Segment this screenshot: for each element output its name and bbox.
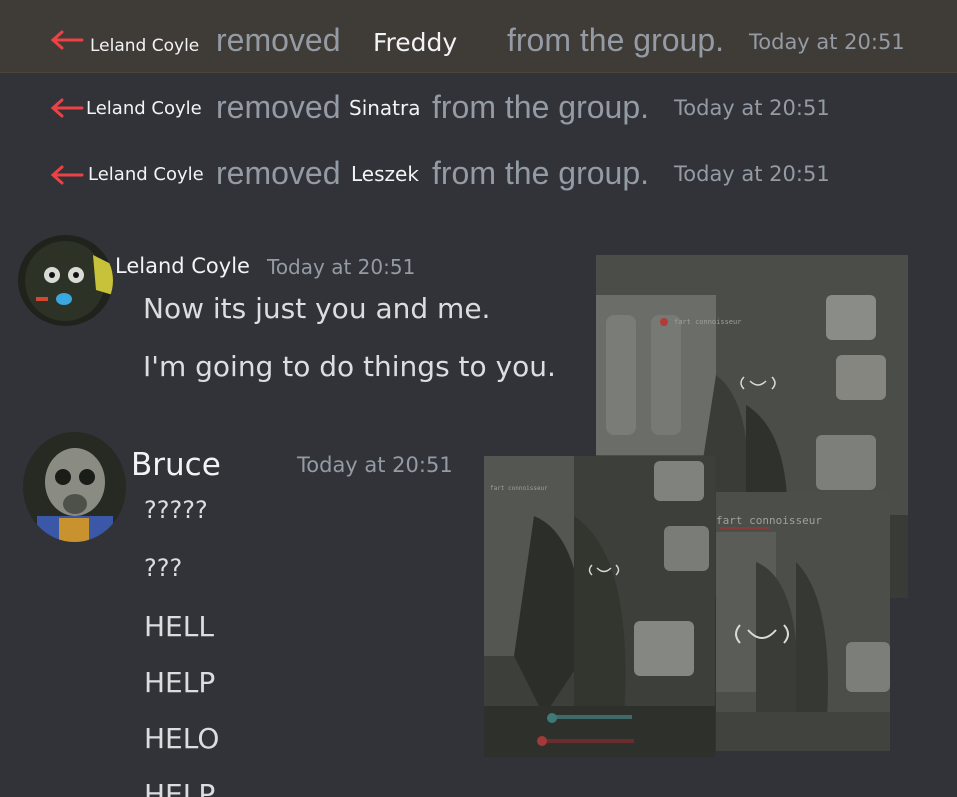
system-message: Leland Coyle removed Sinatra from the gr… xyxy=(0,72,957,142)
screenshot-caption: fart connoisseur xyxy=(490,485,548,492)
message-line: I'm going to do things to you. xyxy=(143,350,556,383)
message-author[interactable]: Bruce xyxy=(131,447,221,483)
message-line: Now its just you and me. xyxy=(143,292,491,325)
message-timestamp: Today at 20:51 xyxy=(297,453,453,477)
chat-view: Leland Coyle removed Freddy from the gro… xyxy=(0,0,957,797)
system-message: Leland Coyle removed Freddy from the gro… xyxy=(0,0,957,73)
system-verb: removed xyxy=(216,155,341,191)
attachment-image[interactable]: fart connoisseur xyxy=(484,456,715,757)
left-arrow-icon xyxy=(50,165,84,185)
system-rest: from the group. xyxy=(432,89,649,125)
system-verb: removed xyxy=(216,22,341,58)
message-line: HELP xyxy=(144,778,216,797)
system-timestamp: Today at 20:51 xyxy=(749,30,905,54)
system-verb: removed xyxy=(216,89,341,125)
avatar[interactable] xyxy=(18,235,113,326)
message-line: ??? xyxy=(144,554,183,582)
system-timestamp: Today at 20:51 xyxy=(674,162,830,186)
system-actor[interactable]: Leland Coyle xyxy=(90,36,199,56)
system-target[interactable]: Freddy xyxy=(373,28,457,57)
system-actor[interactable]: Leland Coyle xyxy=(86,98,202,119)
message-line: ????? xyxy=(144,496,208,524)
screenshot-caption: fart connoisseur xyxy=(674,318,742,326)
system-actor[interactable]: Leland Coyle xyxy=(88,164,204,185)
message-line: HELP xyxy=(144,666,216,699)
game-screenshot xyxy=(484,456,715,757)
system-message: Leland Coyle removed Leszek from the gro… xyxy=(0,142,957,208)
system-rest: from the group. xyxy=(432,155,649,191)
system-target[interactable]: Sinatra xyxy=(349,96,421,120)
avatar-image xyxy=(23,432,126,542)
system-target[interactable]: Leszek xyxy=(351,162,419,186)
signal-icon xyxy=(735,624,789,644)
system-timestamp: Today at 20:51 xyxy=(674,96,830,120)
screenshot-caption: fart connoisseur xyxy=(716,514,822,527)
system-rest: from the group. xyxy=(507,22,724,58)
signal-icon xyxy=(588,564,620,576)
left-arrow-icon xyxy=(50,30,84,50)
message-line: HELO xyxy=(144,722,220,755)
message-line: HELL xyxy=(144,610,214,643)
avatar-image xyxy=(18,235,113,326)
message-timestamp: Today at 20:51 xyxy=(267,255,416,279)
attachment-image[interactable]: fart connoisseur xyxy=(716,492,890,751)
avatar[interactable] xyxy=(23,432,126,542)
message-author[interactable]: Leland Coyle xyxy=(115,254,250,278)
signal-icon xyxy=(740,376,776,390)
left-arrow-icon xyxy=(50,98,84,118)
